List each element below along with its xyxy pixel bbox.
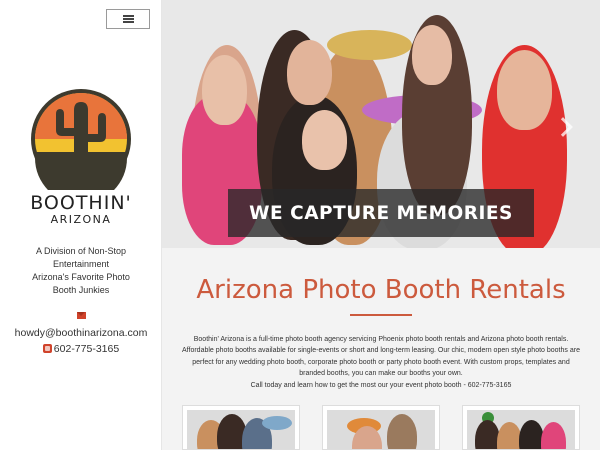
intro-line-4: branded booths, you can make our booths …: [299, 370, 463, 378]
hero-caption-text: WE CAPTURE MEMORIES: [249, 202, 513, 224]
gallery-thumbnails: [182, 405, 582, 450]
title-divider: [350, 314, 412, 316]
contact-info: howdy@boothinarizona.com 602-775-3165: [0, 312, 162, 355]
site-logo[interactable]: BOOTHIN' ARIZONA: [14, 88, 148, 226]
hero-caption: WE CAPTURE MEMORIES: [228, 189, 534, 237]
tagline-line-3: Arizona's Favorite Photo: [32, 272, 130, 282]
gallery-thumbnail[interactable]: [182, 405, 300, 450]
intro-line-3: perfect for any wedding photo booth, cor…: [192, 358, 570, 366]
gallery-thumbnail[interactable]: [462, 405, 580, 450]
gallery-thumbnail[interactable]: [322, 405, 440, 450]
menu-toggle-button[interactable]: [106, 9, 150, 29]
intro-line-1: Boothin' Arizona is a full-time photo bo…: [193, 336, 569, 343]
intro-paragraph: Boothin' Arizona is a full-time photo bo…: [170, 334, 592, 391]
page-title: Arizona Photo Booth Rentals: [196, 275, 566, 305]
main-content: Arizona Photo Booth Rentals Boothin' Ari…: [162, 248, 600, 450]
hero-slider: WE CAPTURE MEMORIES: [162, 0, 600, 248]
envelope-icon: [76, 312, 86, 319]
tagline-line-1: A Division of Non-Stop: [35, 246, 127, 256]
brand-subtitle: ARIZONA: [50, 213, 112, 226]
tagline: A Division of Non-Stop Entertainment Ari…: [6, 245, 156, 297]
cactus-sun-logo-icon: [31, 89, 131, 190]
brand-name: BOOTHIN': [30, 192, 132, 214]
phone-link[interactable]: 602-775-3165: [54, 343, 119, 355]
sidebar: BOOTHIN' ARIZONA A Division of Non-Stop …: [0, 0, 162, 450]
email-link[interactable]: howdy@boothinarizona.com: [0, 327, 162, 339]
hamburger-icon: [122, 15, 134, 23]
tagline-line-2: Entertainment: [52, 259, 110, 269]
intro-line-2: Affordable photo booths available for si…: [182, 347, 580, 355]
phone-icon: [42, 344, 52, 353]
tagline-line-4: Booth Junkies: [52, 285, 110, 295]
intro-line-5: Call today and learn how to get the most…: [250, 381, 512, 389]
